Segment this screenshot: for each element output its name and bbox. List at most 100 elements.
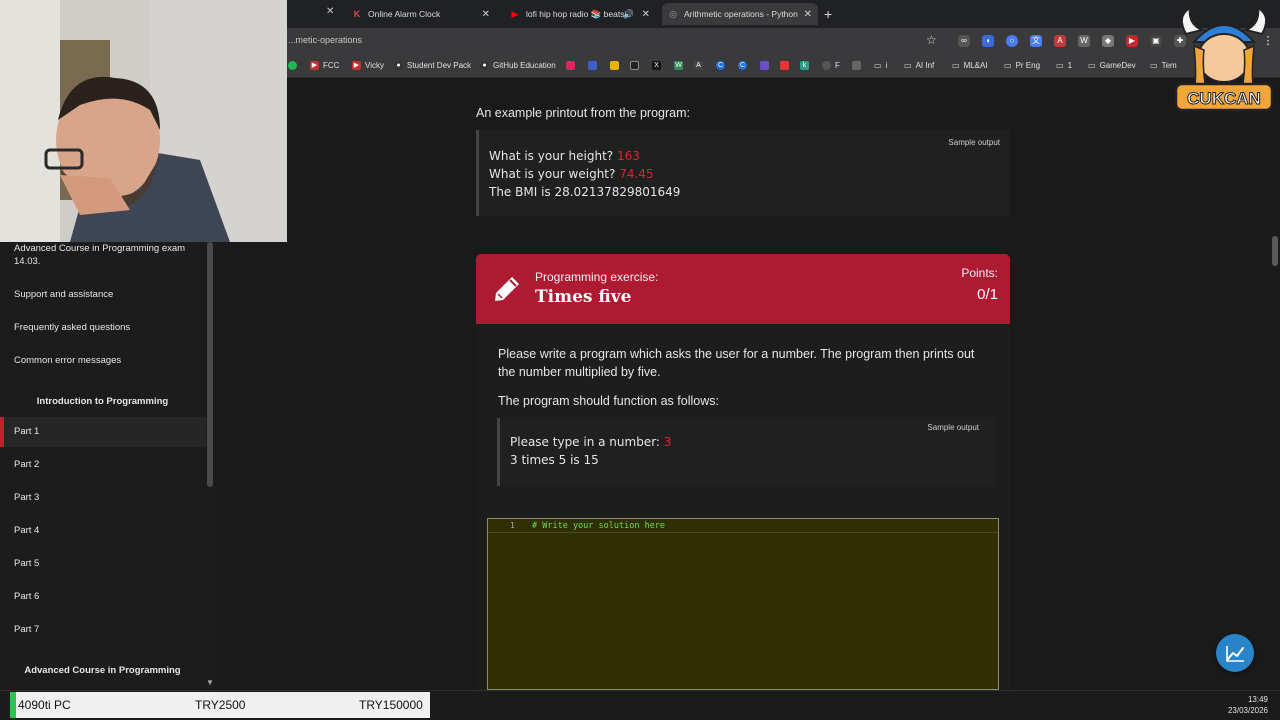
sidebar-item-part-1[interactable]: Part 1 (14, 425, 39, 438)
github-icon: ● (394, 61, 403, 70)
taskbar: 4090ti PC TRY2500 TRY150000 13:49 23/03/… (0, 690, 1280, 720)
new-tab-icon[interactable]: + (824, 6, 832, 22)
sidebar: Advanced Course in Programming exam 14.0… (0, 242, 215, 690)
bookmark-student-dev-pack[interactable]: ● Student Dev Pack (394, 61, 471, 70)
code-editor[interactable]: 1 # Write your solution here (487, 518, 999, 690)
ticker-item: TRY150000 (359, 698, 423, 712)
tab-alarm-clock[interactable]: K Online Alarm Clock ✕ (346, 3, 496, 25)
tab-lofi[interactable]: ▶ lofi hip hop radio 📚 beats 🔊 ✕ (504, 3, 656, 25)
sidebar-section-advanced: Advanced Course in Programming (24, 665, 181, 676)
line-number: 1 (510, 521, 515, 530)
tab-label: Arithmetic operations - Python (684, 9, 798, 19)
bookmark-star-icon[interactable]: ☆ (926, 33, 937, 47)
close-tab-icon[interactable]: ✕ (804, 9, 812, 20)
screen: ✕ K Online Alarm Clock ✕ ▶ lofi hip hop … (0, 0, 1280, 720)
bookmark-icon[interactable] (780, 61, 793, 70)
bookmark-f[interactable]: F (822, 61, 840, 70)
scroll-down-arrow-icon[interactable]: ▼ (206, 678, 214, 687)
folder-icon: ▭ (1150, 61, 1158, 70)
sample-output-box: Sample output Please type in a number: 3… (497, 418, 997, 486)
bookmark-vicky[interactable]: ▶ Vicky (352, 61, 384, 70)
bookmark-icon[interactable] (760, 61, 773, 70)
sidebar-item-part-2[interactable]: Part 2 (14, 458, 39, 471)
folder-icon: ▭ (904, 61, 912, 70)
sidebar-item-part-4[interactable]: Part 4 (14, 524, 39, 537)
stats-button[interactable] (1216, 634, 1254, 672)
bookmark-icon[interactable]: W (674, 61, 687, 70)
bookmark-icon[interactable] (610, 61, 623, 70)
exercise-title: Times five (535, 287, 632, 307)
sidebar-item-support[interactable]: Support and assistance (14, 288, 113, 301)
system-clock[interactable]: 13:49 23/03/2026 (1228, 694, 1268, 716)
bookmark-icon[interactable]: C (716, 61, 729, 70)
logo-text: CUKCAN (1187, 89, 1261, 108)
bookmark-folder-i[interactable]: ▭ i (874, 61, 887, 70)
bookmark-icon[interactable] (852, 61, 865, 70)
extension-icon[interactable]: W (1078, 35, 1090, 47)
close-tab-icon[interactable]: ✕ (326, 6, 334, 17)
bookmark-icon[interactable]: C (738, 61, 751, 70)
youtube-icon: ▶ (511, 9, 519, 19)
shield-icon[interactable]: ◆ (1102, 35, 1114, 47)
extension-icon[interactable]: A (1054, 35, 1066, 47)
sidebar-item-part-7[interactable]: Part 7 (14, 623, 39, 636)
sidebar-item-part-3[interactable]: Part 3 (14, 491, 39, 504)
sidebar-scrollbar[interactable] (207, 242, 213, 487)
folder-icon: ▭ (874, 61, 882, 70)
bookmark-folder-ai-inf[interactable]: ▭ AI Inf (904, 61, 934, 70)
bookmark-icon[interactable] (630, 61, 643, 70)
close-tab-icon[interactable]: ✕ (642, 9, 650, 20)
tab-arithmetic[interactable]: ◎ Arithmetic operations - Python ✕ (662, 3, 818, 25)
url-field[interactable]: ...metic-operations (288, 35, 362, 45)
exercise-instruction: The program should function as follows: (498, 394, 719, 408)
bookmark-icon[interactable] (588, 61, 601, 70)
output-line: Please type in a number: 3 (510, 435, 672, 449)
extension-icon[interactable]: ▣ (1150, 35, 1162, 47)
tab-label: Online Alarm Clock (368, 9, 441, 19)
sidebar-item-errors[interactable]: Common error messages (14, 354, 121, 367)
tab-label: lofi hip hop radio 📚 beats (526, 8, 625, 19)
folder-icon: ▭ (1088, 61, 1096, 70)
page-scrollbar[interactable] (1272, 236, 1278, 266)
clock-time: 13:49 (1247, 695, 1268, 704)
output-line: What is your height? 163 (489, 149, 640, 163)
pencil-icon (495, 277, 519, 301)
webcam-person-image (0, 0, 287, 242)
bookmark-icon[interactable]: A (694, 61, 707, 70)
code-comment[interactable]: # Write your solution here (532, 521, 665, 531)
github-icon: ● (480, 61, 489, 70)
youtube-icon: ▶ (352, 61, 361, 70)
bookmark-icon[interactable] (288, 61, 301, 70)
extension-icon[interactable]: ∞ (958, 35, 970, 47)
bookmark-icon[interactable]: k (800, 61, 813, 70)
points-label: Points: (961, 266, 998, 280)
price-ticker: 4090ti PC TRY2500 TRY150000 (10, 692, 430, 718)
sample-output-label: Sample output (927, 423, 979, 432)
sidebar-item-part-5[interactable]: Part 5 (14, 557, 39, 570)
bookmark-folder-pr-eng[interactable]: ▭ Pr Eng (1004, 61, 1040, 70)
speaker-icon[interactable]: 🔊 (623, 9, 634, 20)
close-tab-icon[interactable]: ✕ (482, 9, 490, 20)
bookmark-github-education[interactable]: ● GitHub Education (480, 61, 556, 70)
sidebar-item-part-6[interactable]: Part 6 (14, 590, 39, 603)
k-icon: K (353, 9, 361, 19)
cukcan-logo: CUKCAN (1174, 6, 1274, 112)
bookmark-folder-gamedev[interactable]: ▭ GameDev (1088, 61, 1136, 70)
ticker-item: TRY2500 (195, 698, 246, 712)
sidebar-item-exam[interactable]: Advanced Course in Programming exam 14.0… (14, 242, 194, 268)
globe-icon: ◎ (669, 9, 677, 19)
extension-icon[interactable]: ▶ (1126, 35, 1138, 47)
bookmark-icon[interactable]: X (652, 61, 665, 70)
bookmark-folder-1[interactable]: ▭ 1 (1056, 61, 1072, 70)
extension-icon[interactable]: ○ (1006, 35, 1018, 47)
bookmark-folder-ml-ai[interactable]: ▭ ML&AI (952, 61, 988, 70)
exercise-description: Please write a program which asks the us… (498, 347, 975, 379)
bookmark-icon[interactable] (566, 61, 579, 70)
sidebar-section-intro: Introduction to Programming (36, 396, 169, 407)
sidebar-item-faq[interactable]: Frequently asked questions (14, 321, 130, 334)
bookmark-fcc[interactable]: ▶ FCC (310, 61, 339, 70)
chart-line-icon (1226, 646, 1244, 662)
extension-icon[interactable]: ◖ (982, 35, 994, 47)
editor-line[interactable]: 1 # Write your solution here (488, 519, 998, 533)
translate-icon[interactable]: 文 (1030, 35, 1042, 47)
